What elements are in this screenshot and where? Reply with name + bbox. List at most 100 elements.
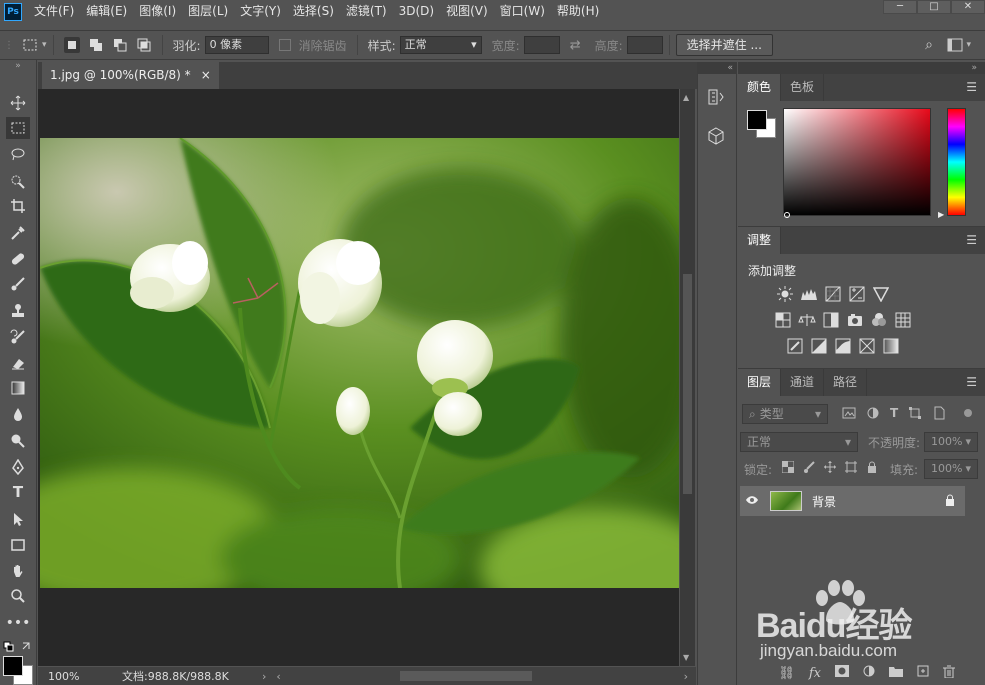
hue-slider[interactable]	[947, 108, 966, 216]
workspace-switcher[interactable]: ▾	[947, 38, 971, 52]
tab-channels[interactable]: 通道	[781, 369, 825, 396]
path-selection-tool[interactable]	[6, 508, 30, 530]
select-and-mask-button[interactable]: 选择并遮住 ...	[675, 34, 773, 56]
hue-saturation-icon[interactable]	[774, 311, 792, 329]
black-white-icon[interactable]	[822, 311, 840, 329]
tab-adjustments[interactable]: 调整	[738, 227, 782, 254]
subtract-selection-icon[interactable]	[112, 37, 128, 53]
menu-edit[interactable]: 编辑(E)	[80, 0, 133, 23]
lock-brush-icon[interactable]	[803, 461, 815, 473]
gradient-tool[interactable]	[6, 377, 30, 399]
vertical-scrollbar[interactable]: ▲ ▼	[680, 89, 695, 666]
lock-position-icon[interactable]	[824, 461, 836, 473]
filter-type-icon[interactable]: T	[890, 406, 898, 420]
scroll-left-icon[interactable]: ‹	[276, 670, 280, 683]
close-window-button[interactable]: ✕	[951, 0, 985, 14]
width-input[interactable]	[523, 36, 560, 54]
healing-brush-tool[interactable]	[6, 248, 30, 270]
tab-color[interactable]: 颜色	[738, 74, 782, 101]
marquee-tool[interactable]	[6, 117, 30, 139]
panel-menu-icon[interactable]: ☰	[966, 375, 977, 389]
document-tab[interactable]: 1.jpg @ 100%(RGB/8) * ×	[42, 62, 219, 89]
default-colors-icon[interactable]	[3, 641, 14, 652]
expand-arrows-icon[interactable]: «	[698, 62, 736, 74]
tab-swatches[interactable]: 色板	[781, 74, 825, 101]
dodge-tool[interactable]	[6, 430, 30, 452]
filter-adjustment-icon[interactable]	[866, 406, 880, 420]
levels-icon[interactable]	[800, 285, 818, 303]
menu-image[interactable]: 图像(I)	[133, 0, 182, 23]
menu-view[interactable]: 视图(V)	[440, 0, 494, 23]
filter-pixel-icon[interactable]	[842, 406, 856, 420]
invert-icon[interactable]	[786, 337, 804, 355]
eye-icon[interactable]	[740, 494, 764, 508]
link-layers-icon[interactable]: ⛓	[778, 666, 795, 681]
new-selection-icon[interactable]	[63, 37, 80, 53]
scrollbar-thumb[interactable]	[683, 274, 692, 494]
color-balance-icon[interactable]	[798, 311, 816, 329]
scroll-up-icon[interactable]: ▲	[683, 93, 689, 102]
eyedropper-tool[interactable]	[6, 222, 30, 244]
canvas-area[interactable]	[38, 89, 679, 666]
hue-slider-handle-icon[interactable]: ▶	[938, 210, 944, 219]
tab-paths[interactable]: 路径	[824, 369, 868, 396]
panel-menu-icon[interactable]: ☰	[966, 80, 977, 94]
layer-row-background[interactable]: 背景	[740, 486, 965, 516]
photo-filter-icon[interactable]	[846, 311, 864, 329]
pen-tool[interactable]	[6, 456, 30, 478]
marquee-preset-icon[interactable]	[22, 37, 38, 53]
feather-input[interactable]: 0 像素	[204, 36, 269, 54]
menu-filter[interactable]: 滤镜(T)	[340, 0, 393, 23]
gradient-map-icon[interactable]	[882, 337, 900, 355]
menu-select[interactable]: 选择(S)	[287, 0, 340, 23]
blend-mode-select[interactable]: 正常 ▾	[740, 432, 858, 452]
style-select[interactable]: 正常 ▾	[399, 36, 482, 54]
hand-tool[interactable]	[6, 560, 30, 582]
foreground-color-swatch[interactable]	[3, 656, 23, 676]
lock-all-icon[interactable]	[866, 461, 878, 473]
color-field[interactable]	[783, 108, 931, 216]
collapse-arrows-icon[interactable]: »	[6, 60, 30, 72]
channel-mixer-icon[interactable]	[870, 311, 888, 329]
filter-shape-icon[interactable]	[908, 406, 922, 420]
opacity-input[interactable]: 100% ▾	[924, 432, 978, 452]
posterize-icon[interactable]	[810, 337, 828, 355]
zoom-level[interactable]: 100%	[38, 670, 88, 683]
more-tools[interactable]: •••	[6, 612, 31, 634]
minimize-button[interactable]: ─	[883, 0, 917, 14]
curves-icon[interactable]	[824, 285, 842, 303]
height-input[interactable]	[626, 36, 663, 54]
clone-stamp-tool[interactable]	[6, 300, 30, 322]
filter-smart-object-icon[interactable]	[932, 406, 946, 420]
selective-color-icon[interactable]	[858, 337, 876, 355]
menu-3d[interactable]: 3D(D)	[393, 0, 440, 23]
tab-layers[interactable]: 图层	[738, 369, 782, 396]
color-picker-handle[interactable]	[784, 212, 790, 218]
exposure-icon[interactable]	[848, 285, 866, 303]
maximize-button[interactable]: □	[917, 0, 951, 14]
threshold-icon[interactable]	[834, 337, 852, 355]
move-tool[interactable]	[6, 92, 30, 114]
panel-menu-icon[interactable]: ☰	[966, 233, 977, 247]
lock-transparent-icon[interactable]	[782, 461, 794, 473]
history-brush-tool[interactable]	[6, 326, 30, 348]
swap-arrows-icon[interactable]: ⇄	[570, 38, 581, 53]
status-menu-arrow-icon[interactable]: ›	[262, 670, 266, 683]
canvas-image[interactable]	[40, 138, 679, 588]
swap-colors-icon[interactable]	[22, 642, 30, 650]
delete-layer-icon[interactable]	[943, 665, 955, 682]
fill-input[interactable]: 100% ▾	[924, 459, 978, 479]
chevron-down-icon[interactable]: ▾	[42, 40, 47, 50]
filter-toggle-icon[interactable]	[964, 409, 973, 417]
new-adjustment-icon[interactable]	[863, 665, 875, 681]
scroll-down-icon[interactable]: ▼	[683, 653, 689, 662]
layer-name[interactable]: 背景	[812, 493, 836, 510]
type-tool[interactable]: T	[6, 481, 30, 503]
brush-tool[interactable]	[6, 273, 30, 295]
layer-thumbnail[interactable]	[770, 491, 802, 511]
menu-file[interactable]: 文件(F)	[28, 0, 80, 23]
layer-filter-select[interactable]: ⌕ 类型 ▾	[742, 404, 828, 424]
collapse-arrows-icon[interactable]: »	[738, 62, 985, 74]
intersect-selection-icon[interactable]	[136, 37, 152, 53]
zoom-tool[interactable]	[6, 585, 30, 607]
